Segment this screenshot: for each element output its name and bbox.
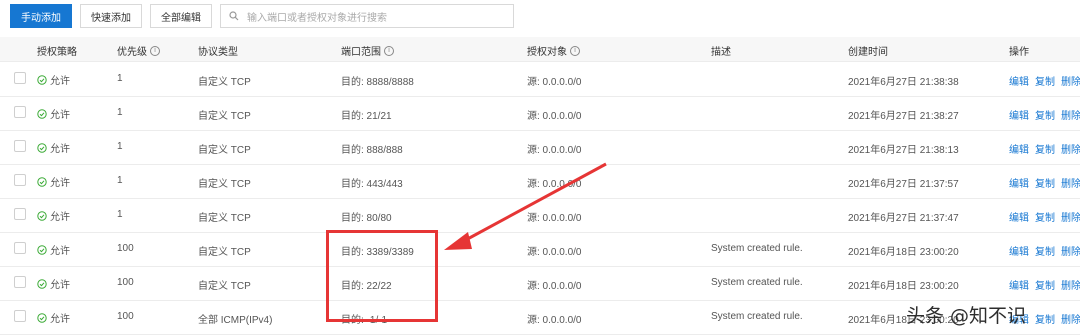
- watermark: 头条 @知不识: [906, 305, 1027, 327]
- annotation-arrow-icon: [444, 162, 607, 250]
